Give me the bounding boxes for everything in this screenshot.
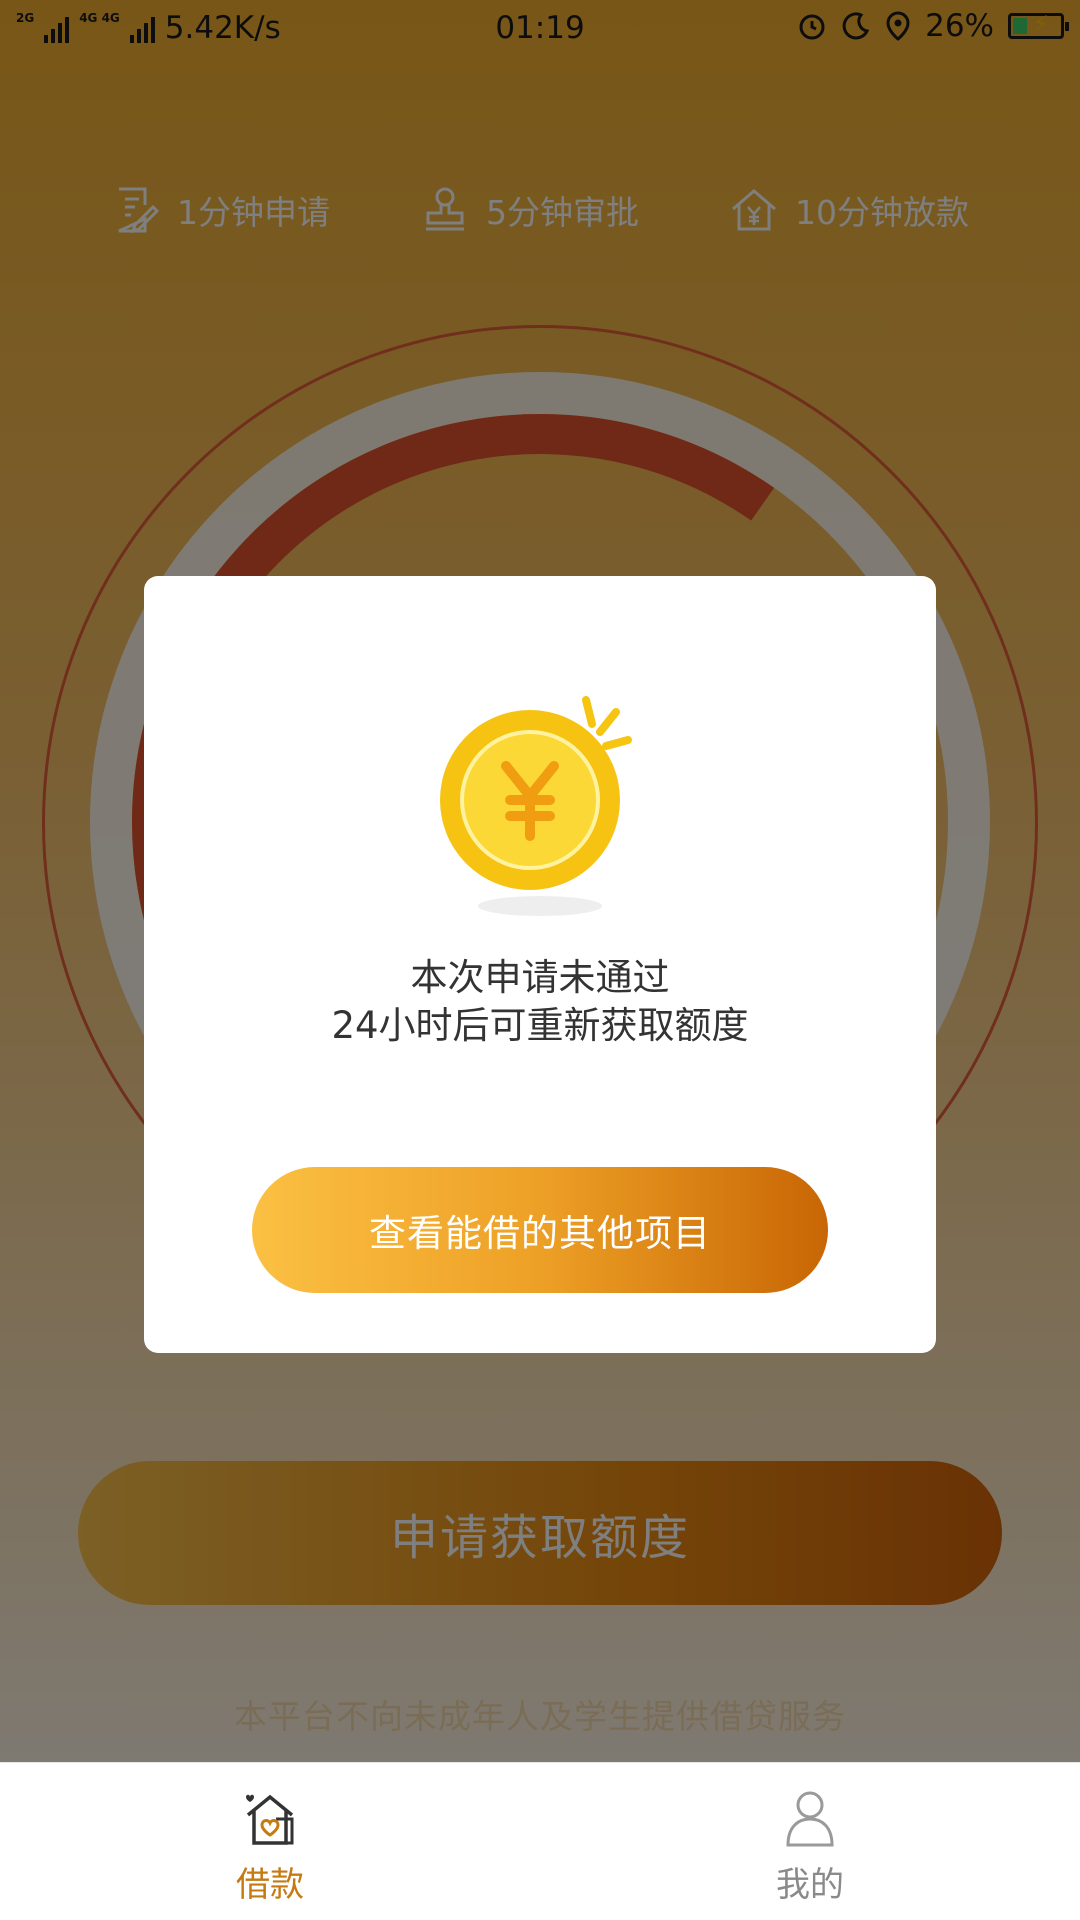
message-line-2: 24小时后可重新获取额度 bbox=[331, 1004, 749, 1047]
rejection-message: 本次申请未通过 24小时后可重新获取额度 bbox=[144, 954, 936, 1050]
person-icon bbox=[786, 1791, 834, 1847]
bottom-nav: 借款 我的 bbox=[0, 1762, 1080, 1920]
message-line-1: 本次申请未通过 bbox=[410, 956, 670, 999]
view-other-projects-button[interactable]: 查看能借的其他项目 bbox=[252, 1167, 828, 1293]
nav-label-mine: 我的 bbox=[776, 1865, 844, 1905]
nav-tab-mine[interactable]: 我的 bbox=[710, 1787, 910, 1906]
house-heart-icon bbox=[246, 1794, 294, 1845]
nav-label-loan: 借款 bbox=[236, 1865, 304, 1905]
rejection-dialog: 本次申请未通过 24小时后可重新获取额度 查看能借的其他项目 bbox=[144, 576, 936, 1353]
nav-tab-loan[interactable]: 借款 bbox=[170, 1787, 370, 1906]
gold-coin-yuan-icon bbox=[420, 676, 660, 916]
